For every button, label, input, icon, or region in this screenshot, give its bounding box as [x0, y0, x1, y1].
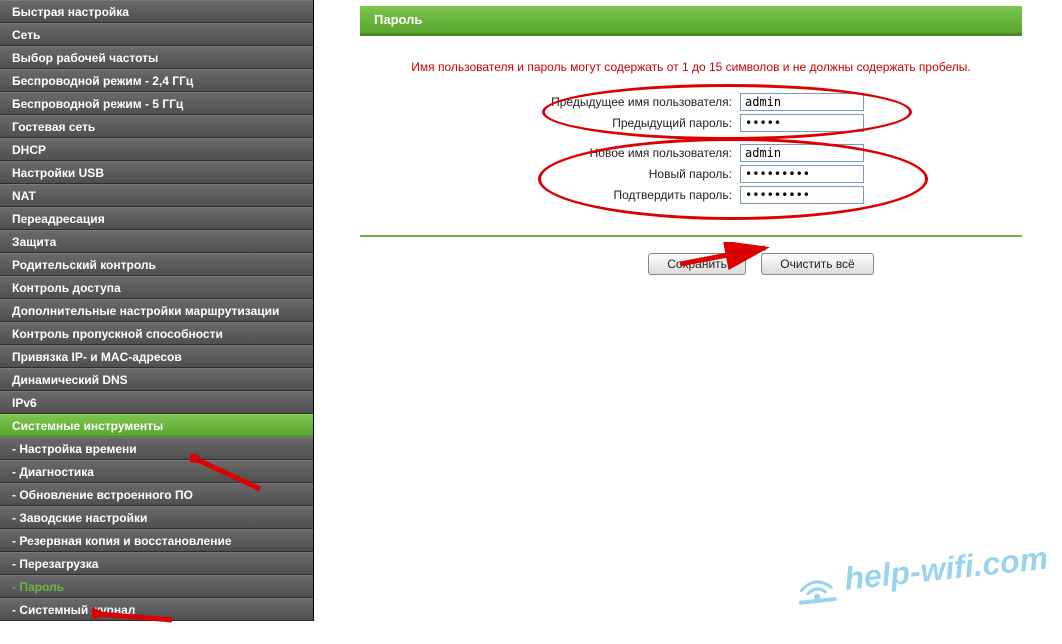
- nav-ipv6[interactable]: IPv6: [0, 391, 313, 414]
- nav-guest[interactable]: Гостевая сеть: [0, 115, 313, 138]
- button-row: Сохранить Очистить всё: [360, 253, 1022, 275]
- nav-security[interactable]: Защита: [0, 230, 313, 253]
- divider: [360, 235, 1022, 237]
- nav-ip-mac[interactable]: Привязка IP- и MAC-адресов: [0, 345, 313, 368]
- new-user-label: Новое имя пользователя:: [360, 146, 740, 160]
- sidebar: Быстрая настройка Сеть Выбор рабочей час…: [0, 0, 314, 621]
- nav-nat[interactable]: NAT: [0, 184, 313, 207]
- nav-forwarding[interactable]: Переадресация: [0, 207, 313, 230]
- nav-network[interactable]: Сеть: [0, 23, 313, 46]
- nav-quick-setup[interactable]: Быстрая настройка: [0, 0, 313, 23]
- nav-time-settings[interactable]: - Настройка времени: [0, 437, 313, 460]
- nav-password[interactable]: - Пароль: [0, 575, 313, 598]
- watermark-text: help-wifi.com: [842, 539, 1049, 597]
- nav-wireless-24[interactable]: Беспроводной режим - 2,4 ГГц: [0, 69, 313, 92]
- nav-ddns[interactable]: Динамический DNS: [0, 368, 313, 391]
- nav-access-control[interactable]: Контроль доступа: [0, 276, 313, 299]
- notice-text: Имя пользователя и пароль могут содержат…: [360, 60, 1022, 74]
- nav-diagnostics[interactable]: - Диагностика: [0, 460, 313, 483]
- prev-user-input[interactable]: [740, 93, 864, 111]
- prev-pass-label: Предыдущий пароль:: [360, 116, 740, 130]
- prev-pass-input[interactable]: [740, 114, 864, 132]
- nav-wireless-5[interactable]: Беспроводной режим - 5 ГГц: [0, 92, 313, 115]
- new-pass-label: Новый пароль:: [360, 167, 740, 181]
- nav-band-select[interactable]: Выбор рабочей частоты: [0, 46, 313, 69]
- new-user-input[interactable]: [740, 144, 864, 162]
- new-pass-input[interactable]: [740, 165, 864, 183]
- nav-system-tools[interactable]: Системные инструменты: [0, 414, 313, 437]
- nav-reboot[interactable]: - Перезагрузка: [0, 552, 313, 575]
- nav-parental[interactable]: Родительский контроль: [0, 253, 313, 276]
- nav-bandwidth[interactable]: Контроль пропускной способности: [0, 322, 313, 345]
- save-button[interactable]: Сохранить: [648, 253, 746, 275]
- nav-backup[interactable]: - Резервная копия и восстановление: [0, 529, 313, 552]
- prev-user-label: Предыдущее имя пользователя:: [360, 95, 740, 109]
- nav-syslog[interactable]: - Системный журнал: [0, 598, 313, 621]
- nav-routing[interactable]: Дополнительные настройки маршрутизации: [0, 299, 313, 322]
- page-title: Пароль: [360, 6, 1022, 36]
- confirm-pass-label: Подтвердить пароль:: [360, 188, 740, 202]
- nav-factory-defaults[interactable]: - Заводские настройки: [0, 506, 313, 529]
- nav-firmware[interactable]: - Обновление встроенного ПО: [0, 483, 313, 506]
- nav-usb[interactable]: Настройки USB: [0, 161, 313, 184]
- content-area: Пароль Имя пользователя и пароль могут с…: [360, 0, 1062, 275]
- confirm-pass-input[interactable]: [740, 186, 864, 204]
- watermark: help-wifi.com: [790, 535, 1050, 608]
- nav-dhcp[interactable]: DHCP: [0, 138, 313, 161]
- password-form: Предыдущее имя пользователя: Предыдущий …: [360, 84, 1022, 221]
- clear-button[interactable]: Очистить всё: [761, 253, 873, 275]
